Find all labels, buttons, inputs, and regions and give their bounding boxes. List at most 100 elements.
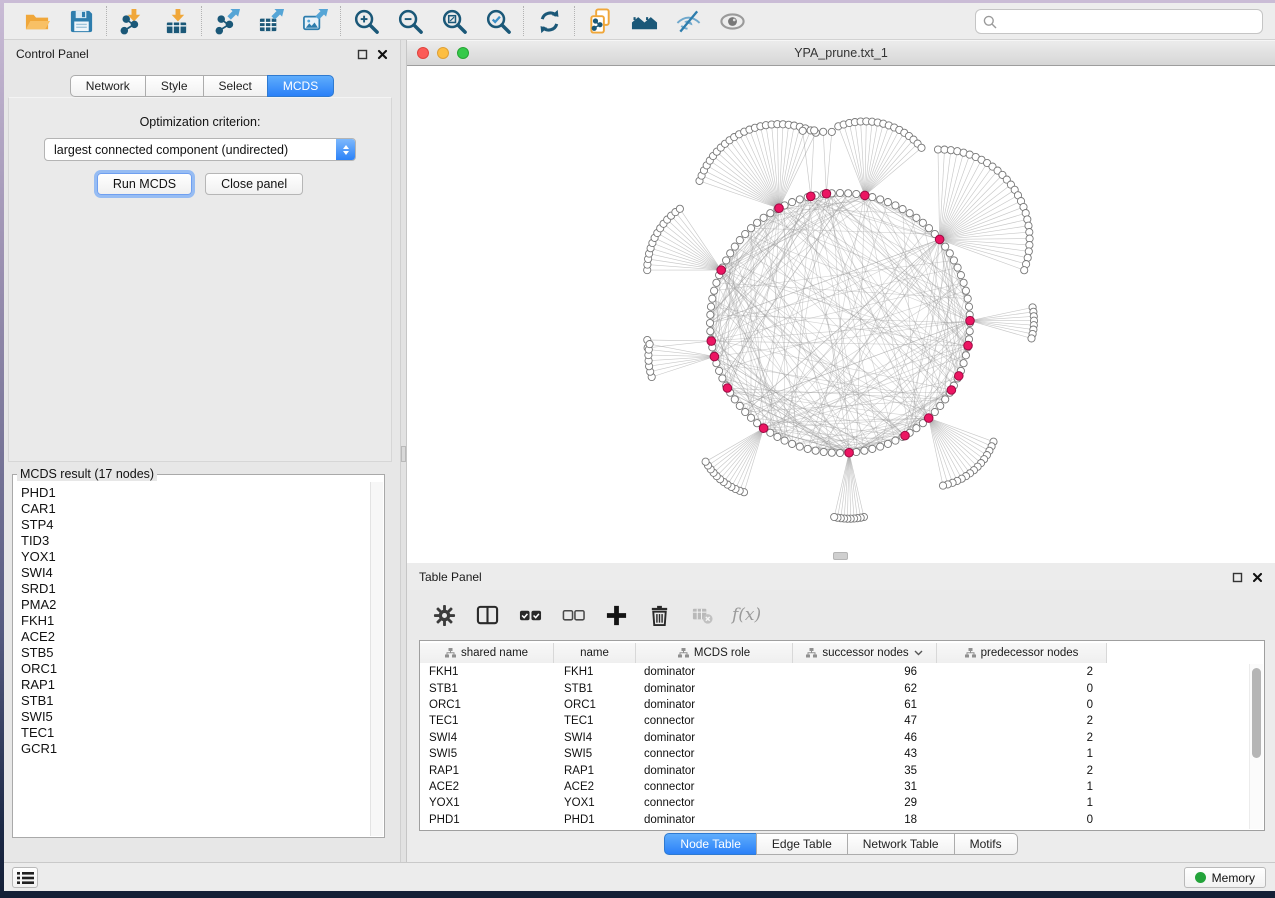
- table-scrollbar[interactable]: [1249, 664, 1263, 829]
- table-cell[interactable]: STB1: [420, 683, 554, 695]
- table-cell[interactable]: RAP1: [554, 765, 636, 777]
- table-cell[interactable]: RAP1: [420, 765, 554, 777]
- clone-network-button[interactable]: [585, 6, 615, 36]
- tab-mcds[interactable]: MCDS: [267, 75, 334, 97]
- column-header-name[interactable]: name: [554, 643, 636, 663]
- table-cell[interactable]: YOX1: [420, 797, 554, 809]
- table-cell[interactable]: 1: [937, 781, 1107, 793]
- table-cell[interactable]: YOX1: [554, 797, 636, 809]
- tab-network-table[interactable]: Network Table: [847, 833, 955, 855]
- delete-row-button[interactable]: [646, 602, 672, 628]
- table-cell[interactable]: ACE2: [420, 781, 554, 793]
- result-node-item[interactable]: SWI5: [21, 709, 370, 725]
- table-cell[interactable]: SWI5: [554, 748, 636, 760]
- result-node-item[interactable]: ORC1: [21, 661, 370, 677]
- table-cell[interactable]: 1: [937, 797, 1107, 809]
- table-cell[interactable]: FKH1: [554, 666, 636, 678]
- result-node-item[interactable]: SRD1: [21, 581, 370, 597]
- add-row-button[interactable]: [603, 602, 629, 628]
- run-mcds-button[interactable]: Run MCDS: [97, 173, 192, 195]
- horizontal-splitter-handle[interactable]: [833, 552, 848, 560]
- table-cell[interactable]: 2: [937, 732, 1107, 744]
- split-columns-button[interactable]: [474, 602, 500, 628]
- result-node-item[interactable]: TEC1: [21, 725, 370, 741]
- table-cell[interactable]: 46: [793, 732, 937, 744]
- table-cell[interactable]: 0: [937, 699, 1107, 711]
- apply-layout-button[interactable]: [534, 6, 564, 36]
- table-cell[interactable]: PHD1: [554, 814, 636, 826]
- result-node-item[interactable]: STB5: [21, 645, 370, 661]
- save-session-button[interactable]: [66, 6, 96, 36]
- result-node-item[interactable]: YOX1: [21, 549, 370, 565]
- table-cell[interactable]: connector: [636, 781, 793, 793]
- tab-motifs[interactable]: Motifs: [954, 833, 1018, 855]
- table-row[interactable]: SWI5SWI5connector431: [420, 746, 1249, 762]
- zoom-selected-button[interactable]: [483, 6, 513, 36]
- close-panel-button[interactable]: [374, 46, 390, 62]
- export-table-button[interactable]: [256, 6, 286, 36]
- table-cell[interactable]: dominator: [636, 699, 793, 711]
- column-header-MCDS-role[interactable]: MCDS role: [636, 643, 793, 663]
- search-input[interactable]: [1002, 15, 1255, 29]
- result-node-item[interactable]: GCR1: [21, 741, 370, 757]
- import-network-button[interactable]: [117, 6, 147, 36]
- result-node-item[interactable]: SWI4: [21, 565, 370, 581]
- table-cell[interactable]: 35: [793, 765, 937, 777]
- table-cell[interactable]: FKH1: [420, 666, 554, 678]
- network-canvas[interactable]: [407, 66, 1275, 563]
- tab-select[interactable]: Select: [203, 75, 268, 97]
- result-node-item[interactable]: FKH1: [21, 613, 370, 629]
- table-cell[interactable]: 62: [793, 683, 937, 695]
- table-cell[interactable]: 96: [793, 666, 937, 678]
- table-cell[interactable]: dominator: [636, 732, 793, 744]
- table-cell[interactable]: 2: [937, 715, 1107, 727]
- show-all-button[interactable]: [717, 6, 747, 36]
- table-row[interactable]: ACE2ACE2connector311: [420, 779, 1249, 795]
- table-cell[interactable]: dominator: [636, 765, 793, 777]
- float-table-panel-button[interactable]: [1229, 569, 1245, 585]
- first-neighbors-button[interactable]: [629, 6, 659, 36]
- table-cell[interactable]: SWI4: [554, 732, 636, 744]
- result-list-scrollbar[interactable]: [370, 482, 383, 836]
- table-cell[interactable]: 43: [793, 748, 937, 760]
- table-cell[interactable]: TEC1: [554, 715, 636, 727]
- float-panel-button[interactable]: [354, 46, 370, 62]
- table-row[interactable]: FKH1FKH1dominator962: [420, 664, 1249, 680]
- close-table-panel-button[interactable]: [1249, 569, 1265, 585]
- table-cell[interactable]: SWI5: [420, 748, 554, 760]
- select-all-button[interactable]: [517, 602, 543, 628]
- result-node-item[interactable]: STP4: [21, 517, 370, 533]
- export-network-button[interactable]: [212, 6, 242, 36]
- table-cell[interactable]: 0: [937, 683, 1107, 695]
- result-node-item[interactable]: PMA2: [21, 597, 370, 613]
- table-row[interactable]: RAP1RAP1dominator352: [420, 762, 1249, 778]
- tab-network[interactable]: Network: [70, 75, 146, 97]
- table-cell[interactable]: dominator: [636, 814, 793, 826]
- table-cell[interactable]: connector: [636, 715, 793, 727]
- table-cell[interactable]: STB1: [554, 683, 636, 695]
- open-session-button[interactable]: [22, 6, 52, 36]
- table-row[interactable]: PHD1PHD1dominator180: [420, 812, 1249, 828]
- result-node-item[interactable]: ACE2: [21, 629, 370, 645]
- import-table-button[interactable]: [161, 6, 191, 36]
- table-cell[interactable]: 2: [937, 666, 1107, 678]
- table-cell[interactable]: 1: [937, 748, 1107, 760]
- result-node-item[interactable]: TID3: [21, 533, 370, 549]
- table-cell[interactable]: dominator: [636, 666, 793, 678]
- table-row[interactable]: ORC1ORC1dominator610: [420, 697, 1249, 713]
- table-row[interactable]: SWI4SWI4dominator462: [420, 730, 1249, 746]
- table-cell[interactable]: ACE2: [554, 781, 636, 793]
- table-scrollbar-thumb[interactable]: [1252, 668, 1261, 758]
- close-panel-action-button[interactable]: Close panel: [205, 173, 303, 195]
- table-row[interactable]: TEC1TEC1connector472: [420, 713, 1249, 729]
- table-cell[interactable]: SWI4: [420, 732, 554, 744]
- tab-node-table[interactable]: Node Table: [664, 833, 757, 855]
- zoom-out-button[interactable]: [395, 6, 425, 36]
- table-cell[interactable]: dominator: [636, 683, 793, 695]
- result-node-item[interactable]: CAR1: [21, 501, 370, 517]
- deselect-all-button[interactable]: [560, 602, 586, 628]
- export-image-button[interactable]: [300, 6, 330, 36]
- column-header-predecessor-nodes[interactable]: predecessor nodes: [937, 643, 1107, 663]
- network-graph[interactable]: [407, 66, 1275, 563]
- table-cell[interactable]: connector: [636, 748, 793, 760]
